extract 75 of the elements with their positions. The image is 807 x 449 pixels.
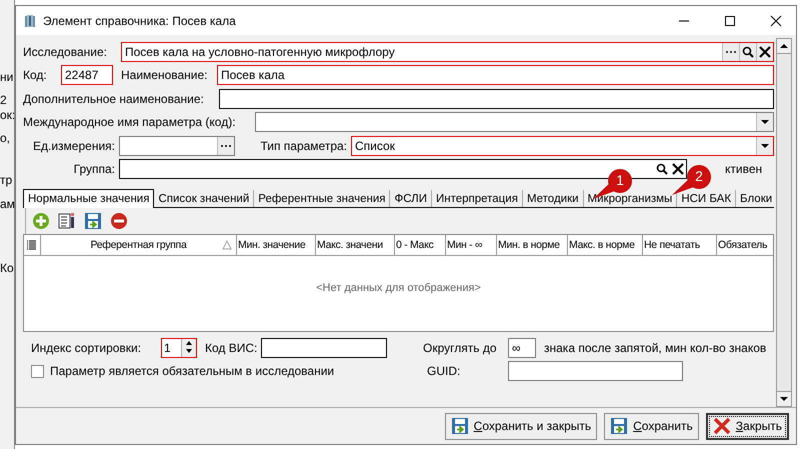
field-label: GUID: xyxy=(426,364,462,378)
column-header[interactable]: Макс. значени xyxy=(316,235,395,255)
field-label: Группа: xyxy=(72,162,116,176)
background-text: о, xyxy=(0,131,12,145)
empty-message: <Нет данных для отображения> xyxy=(315,282,482,294)
background-text: ни xyxy=(0,70,14,84)
text-field[interactable]: 22487 xyxy=(61,65,113,86)
field-label: Код: xyxy=(23,68,48,82)
column-header[interactable]: Мин. значение xyxy=(237,235,316,255)
text-field[interactable]: Посев кала на условно-патогенную микрофлору xyxy=(121,42,774,62)
scrollbar[interactable] xyxy=(776,38,792,407)
field-label: Исследование: xyxy=(23,44,108,59)
background-text: ам xyxy=(0,197,14,211)
field-label: Международное имя параметра (код): xyxy=(23,115,237,130)
checkbox-label: Параметр является обязательным в исследовании xyxy=(50,364,334,378)
text-field[interactable] xyxy=(261,338,387,358)
browse-button[interactable] xyxy=(722,42,739,61)
dropdown-button[interactable] xyxy=(756,136,773,155)
dialog-button[interactable]: Закрыть xyxy=(706,412,789,440)
column-header[interactable]: Мин. в норме xyxy=(497,235,568,255)
field-label: знака после запятой, мин кол-во знаков xyxy=(544,340,766,355)
checkbox-label: ктивен xyxy=(725,162,762,176)
column-header[interactable]: 0 - Макс xyxy=(395,235,446,255)
background-text: ок: xyxy=(0,108,14,122)
clear-button[interactable] xyxy=(756,42,773,61)
edit-icon[interactable] xyxy=(58,212,76,230)
background-text: тр xyxy=(0,173,14,187)
delete-icon[interactable] xyxy=(110,212,128,230)
dialog-button[interactable]: Сохранить xyxy=(604,412,699,440)
save-icon xyxy=(450,417,469,435)
add-icon[interactable] xyxy=(32,212,50,230)
tab[interactable]: Референтные значения xyxy=(254,190,390,207)
background-text: Ко xyxy=(0,261,14,275)
save-icon xyxy=(610,417,628,435)
column-header[interactable]: Мин - ∞ xyxy=(446,235,497,255)
sort-ascending-icon xyxy=(222,240,232,250)
field-label: Тип параметра: xyxy=(259,138,348,153)
close-icon xyxy=(712,417,731,435)
app-icon xyxy=(24,14,36,28)
text-field[interactable] xyxy=(255,112,774,132)
field-label: Ед.измерения: xyxy=(32,138,116,153)
field-label: Наименование: xyxy=(121,68,209,82)
text-field[interactable] xyxy=(219,88,774,109)
dialog-button[interactable]: Сохранить и закрыть xyxy=(444,412,598,440)
text-field[interactable]: Посев кала xyxy=(217,65,774,86)
tab[interactable]: Интерпретация xyxy=(432,190,523,207)
column-header[interactable]: Макс. в норме xyxy=(568,235,643,255)
column-header[interactable]: Референтная группа xyxy=(41,235,237,255)
column-header[interactable]: Обязатель xyxy=(717,235,773,255)
tab[interactable]: Методики xyxy=(522,190,584,207)
text-field[interactable]: Список xyxy=(351,136,774,156)
tab[interactable]: Нормальные значения xyxy=(23,189,154,208)
field-label: Код ВИС: xyxy=(205,340,258,355)
spin-field[interactable]: 1 xyxy=(161,338,197,358)
text-field[interactable] xyxy=(119,136,235,156)
save-icon[interactable] xyxy=(84,212,102,230)
search-button[interactable] xyxy=(739,42,756,61)
text-field[interactable] xyxy=(508,361,683,382)
background-text: 2 xyxy=(0,93,8,107)
field-label: Округлять до xyxy=(423,340,498,355)
column-chooser-icon[interactable] xyxy=(24,235,41,255)
field-label: Дополнительное наименование: xyxy=(23,92,205,106)
clear-button[interactable] xyxy=(670,161,686,178)
window-title: Элемент справочника: Посев кала xyxy=(43,14,236,28)
field-label: Индекс сортировки: xyxy=(31,340,142,355)
close-icon[interactable] xyxy=(770,14,782,26)
search-button[interactable] xyxy=(654,161,670,178)
column-header[interactable]: Не печатать xyxy=(643,235,717,255)
maximize-icon[interactable] xyxy=(724,14,736,26)
browse-button[interactable] xyxy=(217,136,234,155)
dropdown-button[interactable] xyxy=(756,113,773,132)
checkbox[interactable] xyxy=(31,364,44,378)
text-field[interactable]: ∞ xyxy=(508,338,536,358)
tab[interactable]: ФСЛИ xyxy=(390,190,432,207)
tab[interactable]: Список значений xyxy=(154,190,254,207)
